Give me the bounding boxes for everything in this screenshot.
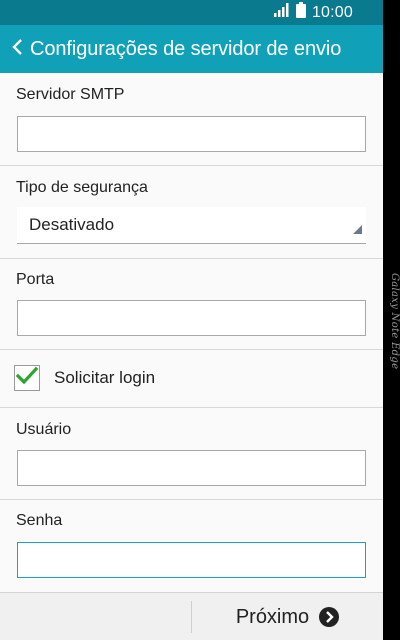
arrow-right-circle-icon [319, 607, 340, 627]
next-button[interactable]: Próximo [192, 593, 383, 640]
next-label: Próximo [235, 605, 310, 628]
smtp-server-input[interactable] [17, 116, 366, 152]
security-type-select[interactable]: Desativado [17, 207, 366, 244]
battery-icon [295, 2, 306, 23]
password-section: Senha [0, 500, 383, 592]
smtp-server-section: Servidor SMTP [0, 73, 383, 165]
bottom-bar: Próximo [0, 592, 383, 640]
checkmark-icon [15, 366, 39, 391]
port-input[interactable] [17, 300, 366, 336]
username-section: Usuário [0, 408, 383, 499]
signal-icon [273, 3, 290, 22]
password-input[interactable] [17, 542, 366, 578]
port-label: Porta [16, 271, 55, 288]
chevron-left-icon [11, 38, 23, 61]
security-type-label: Tipo de segurança [16, 179, 148, 196]
require-login-checkbox[interactable] [14, 365, 40, 391]
require-login-row[interactable]: Solicitar login [0, 350, 383, 406]
status-bar: 10:00 [0, 0, 383, 25]
app-bar: Configurações de servidor de envio [0, 25, 383, 73]
username-input[interactable] [17, 450, 366, 486]
dropdown-corner-icon [353, 221, 362, 239]
security-type-value: Desativado [29, 215, 115, 234]
smtp-server-label: Servidor SMTP [16, 86, 125, 103]
username-label: Usuário [16, 421, 72, 438]
require-login-label: Solicitar login [54, 368, 156, 387]
password-label: Senha [16, 512, 63, 529]
security-type-section: Tipo de segurança Desativado [0, 166, 383, 258]
port-section: Porta [0, 259, 383, 349]
back-button[interactable] [0, 25, 30, 73]
edge-panel-label: Galaxy Note Edge [389, 272, 400, 370]
page-title: Configurações de servidor de envio [30, 37, 342, 60]
status-time: 10:00 [311, 3, 353, 21]
screen: 10:00 Configurações de servidor de envio… [0, 0, 383, 640]
